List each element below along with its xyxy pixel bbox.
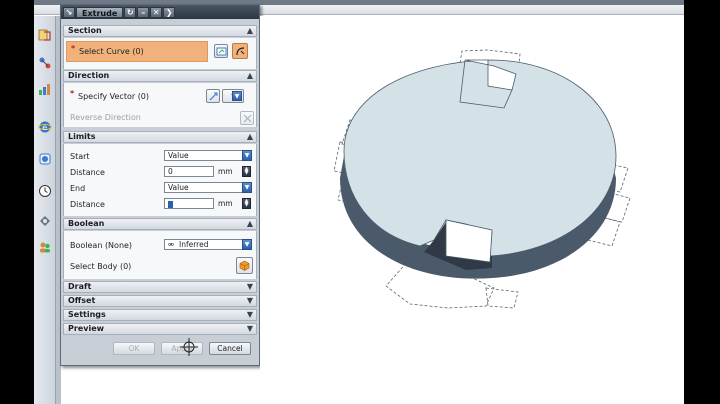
system-materials-icon[interactable]: [36, 212, 54, 230]
dialog-title-bar: ↘ Extrude ↻ – ✕ ❯: [61, 5, 259, 19]
dialog-menu-icon[interactable]: ↘: [63, 6, 75, 18]
start-distance-stepper[interactable]: ▲ ▼: [242, 166, 251, 177]
offset-group-header[interactable]: Offset ▼: [63, 295, 257, 307]
close-icon[interactable]: ✕: [150, 6, 163, 18]
text-selection-caret: [168, 200, 173, 208]
inferred-icon: ⚮: [168, 241, 174, 249]
right-letterbox: [684, 0, 720, 404]
start-distance-value: 0: [168, 167, 173, 176]
end-option-select[interactable]: Value ▼: [164, 182, 252, 193]
chevron-up-icon: ▲: [246, 132, 253, 141]
chevron-down-icon[interactable]: ▼: [242, 150, 252, 161]
specify-vector-label: Specify Vector (0): [78, 92, 150, 101]
chevron-up-icon: ▲: [246, 26, 253, 35]
end-distance-stepper[interactable]: ▲ ▼: [242, 198, 251, 209]
direction-header-label: Direction: [68, 71, 110, 80]
end-option-value: Value: [168, 183, 189, 192]
reverse-icon: [243, 114, 251, 122]
disk-top-face: [343, 59, 617, 257]
move-cursor-icon: [180, 338, 198, 356]
reverse-direction-button[interactable]: [240, 111, 254, 125]
start-option-value: Value: [168, 151, 189, 160]
curve-icon: [235, 46, 244, 55]
boolean-option-select[interactable]: ⚮ Inferred ▼: [164, 239, 252, 250]
select-curve-label: Select Curve (0): [79, 47, 144, 56]
required-marker: *: [71, 44, 76, 53]
part-navigator-icon[interactable]: [36, 80, 54, 98]
chevron-down-icon[interactable]: ▼: [242, 239, 252, 250]
reset-icon[interactable]: ↻: [124, 6, 137, 18]
resource-bar: e: [34, 16, 56, 404]
collapse-arrow-icon[interactable]: ❯: [163, 6, 176, 18]
preview-group-header[interactable]: Preview ▼: [63, 323, 257, 335]
draft-header-label: Draft: [68, 282, 92, 291]
end-label: End: [70, 184, 86, 193]
curve-button[interactable]: [232, 43, 248, 59]
chevron-down-icon: ▼: [246, 324, 253, 333]
settings-group-header[interactable]: Settings ▼: [63, 309, 257, 321]
nx-application: e ↘ Extrude ↻ – ✕ ❯ Section ▲ * Select C…: [34, 0, 684, 404]
direction-group-body: * Specify Vector (0) ▼ Reverse Direction: [63, 83, 257, 127]
left-letterbox: [0, 0, 34, 404]
vector-icon: [209, 92, 217, 100]
select-body-label: Select Body (0): [70, 262, 132, 271]
sketch-icon: [216, 47, 226, 55]
select-body-button[interactable]: [236, 257, 253, 274]
end-distance-input[interactable]: [164, 198, 214, 209]
svg-text:e: e: [42, 123, 47, 132]
dialog-title: Extrude: [76, 6, 124, 18]
roles-icon[interactable]: [36, 238, 54, 256]
minimize-icon[interactable]: –: [137, 6, 150, 18]
constraint-navigator-icon[interactable]: [36, 54, 54, 72]
start-distance-label: Distance: [70, 168, 105, 177]
section-header-label: Section: [68, 26, 102, 35]
start-label: Start: [70, 152, 90, 161]
limits-header-label: Limits: [68, 132, 96, 141]
history-clock-icon[interactable]: [36, 182, 54, 200]
offset-header-label: Offset: [68, 296, 96, 305]
chevron-down-icon[interactable]: ▼: [242, 182, 252, 193]
start-distance-unit: mm: [218, 167, 233, 176]
section-group-body: * Select Curve (0): [63, 38, 257, 69]
assembly-navigator-icon[interactable]: [36, 26, 54, 44]
direction-group-header[interactable]: Direction ▲: [63, 70, 257, 82]
inferred-vector-button[interactable]: ▼: [222, 89, 244, 103]
end-distance-unit: mm: [218, 199, 233, 208]
settings-header-label: Settings: [68, 310, 106, 319]
limits-group-body: Start Value ▼ Distance 0 mm ▲ ▼ End Value…: [63, 144, 257, 216]
cube-icon: [239, 260, 250, 271]
start-option-select[interactable]: Value ▼: [164, 150, 252, 161]
extrude-dialog: ↘ Extrude ↻ – ✕ ❯ Section ▲ * Select Cur…: [60, 4, 260, 366]
start-distance-input[interactable]: 0: [164, 166, 214, 177]
boolean-header-label: Boolean: [68, 219, 105, 228]
limits-group-header[interactable]: Limits ▲: [63, 131, 257, 143]
reverse-direction-label: Reverse Direction: [70, 113, 141, 122]
cancel-button[interactable]: Cancel: [209, 342, 251, 355]
chevron-up-icon: ▲: [246, 219, 253, 228]
chevron-up-icon: ▲: [246, 71, 253, 80]
chevron-down-icon: ▼: [246, 310, 253, 319]
boolean-option-label: Boolean (None): [70, 241, 133, 250]
required-marker: *: [70, 89, 75, 98]
boolean-option-value: Inferred: [179, 240, 209, 249]
ok-button[interactable]: OK: [113, 342, 155, 355]
graphics-window[interactable]: [260, 16, 684, 404]
select-curve-row[interactable]: * Select Curve (0): [66, 41, 208, 62]
boolean-group-body: Boolean (None) ⚮ Inferred ▼ Select Body …: [63, 231, 257, 279]
internet-explorer-icon[interactable]: e: [36, 118, 54, 136]
boolean-group-header[interactable]: Boolean ▲: [63, 218, 257, 230]
preview-header-label: Preview: [68, 324, 105, 333]
chevron-down-icon: ▼: [246, 282, 253, 291]
vector-dialog-button[interactable]: [206, 89, 220, 103]
draft-group-header[interactable]: Draft ▼: [63, 281, 257, 293]
end-distance-label: Distance: [70, 200, 105, 209]
extrude-preview-model: [333, 49, 631, 309]
chevron-down-icon[interactable]: ▼: [232, 91, 242, 101]
section-group-header[interactable]: Section ▲: [63, 25, 257, 37]
history-palette-icon[interactable]: [36, 150, 54, 168]
sketch-section-button[interactable]: [214, 44, 228, 58]
chevron-down-icon: ▼: [246, 296, 253, 305]
